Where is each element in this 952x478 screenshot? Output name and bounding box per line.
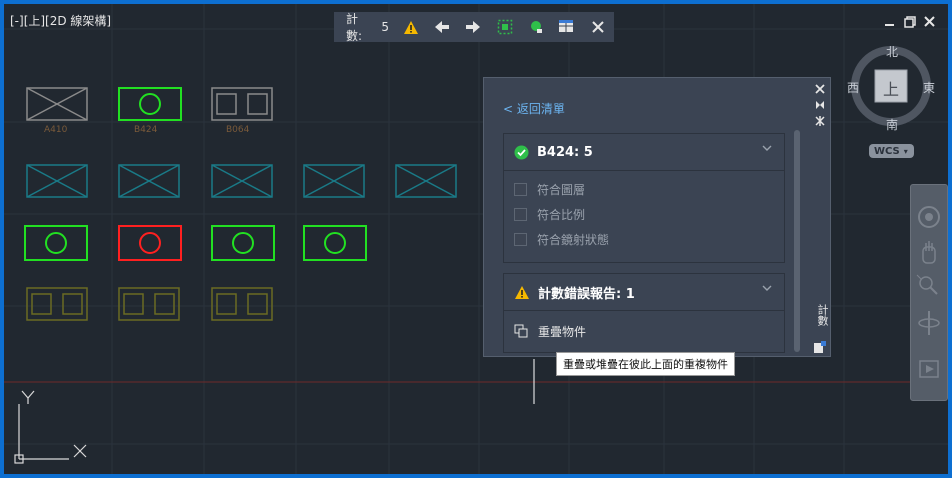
- block-olive-1: [26, 287, 88, 321]
- block-cyan-4: [303, 164, 365, 198]
- check-layer-label: 符合圖層: [537, 183, 586, 197]
- navigation-bar: [910, 184, 948, 401]
- showmotion-icon[interactable]: [919, 360, 939, 378]
- steering-wheel-icon[interactable]: [918, 206, 940, 228]
- block-count-title: B424: 5: [537, 144, 593, 160]
- block-count-header[interactable]: B424: 5: [504, 134, 784, 171]
- orbit-icon[interactable]: [918, 311, 940, 335]
- toolbar-close-icon[interactable]: [583, 12, 614, 42]
- check-mirror-label: 符合鏡射狀態: [537, 233, 610, 247]
- block-olive-3: [211, 287, 273, 321]
- count-palette: < 返回清單 B424: 5 符合圖層 符合比例 符合鏡射狀態 計數錯誤報告: …: [483, 77, 831, 357]
- restore-icon[interactable]: [904, 16, 916, 28]
- check-layer-row[interactable]: 符合圖層: [504, 177, 784, 202]
- chevron-down-icon[interactable]: [762, 285, 772, 292]
- error-report-title: 計數錯誤報告: 1: [538, 286, 635, 302]
- block-b424-1: [24, 225, 88, 261]
- window-close-icon[interactable]: [924, 16, 936, 28]
- block-b424-error: [118, 225, 182, 261]
- error-report-section: 計數錯誤報告: 1 重疊物件: [503, 273, 785, 353]
- count-toolbar: 計數: 5: [334, 12, 614, 43]
- overlap-objects-icon: [514, 324, 528, 338]
- palette-side-title: 計數: [816, 304, 829, 326]
- count-label: 計數:: [346, 12, 363, 43]
- scale-checkbox[interactable]: [514, 208, 527, 221]
- palette-title-strip: 計數: [811, 78, 829, 356]
- auto-hide-icon[interactable]: [816, 101, 824, 109]
- zoom-extents-icon[interactable]: [916, 274, 938, 295]
- palette-close-icon[interactable]: [815, 84, 825, 94]
- arrow-right-icon[interactable]: [458, 12, 489, 42]
- block-cyan-1: [26, 164, 88, 198]
- ucs-icon: [14, 390, 87, 464]
- compass-south[interactable]: 南: [886, 116, 898, 133]
- check-scale-label: 符合比例: [537, 208, 586, 222]
- compass-east[interactable]: 東: [923, 79, 935, 96]
- wcs-menu[interactable]: WCS ▾: [869, 144, 914, 158]
- minimize-icon[interactable]: [884, 16, 896, 28]
- zoom-object-icon[interactable]: [520, 12, 551, 42]
- check-scale-row[interactable]: 符合比例: [504, 202, 784, 227]
- block-b064: [211, 87, 273, 121]
- block-b424-3: [211, 225, 275, 261]
- chevron-down-icon[interactable]: [762, 145, 772, 152]
- warning-icon[interactable]: [395, 12, 426, 42]
- drawing-viewport[interactable]: A410 B424 B064 [-][上][2D 線架構] 計數: 5 < 返回…: [4, 4, 948, 474]
- pan-hand-icon[interactable]: [922, 241, 936, 264]
- count-palette-icon: [814, 341, 826, 353]
- check-mirror-row[interactable]: 符合鏡射狀態: [504, 227, 784, 252]
- select-area-icon[interactable]: [489, 12, 520, 42]
- count-value: 5: [381, 20, 390, 34]
- wcs-label: WCS: [874, 145, 900, 157]
- block-a410: [26, 87, 88, 121]
- block-label-b064: B064: [226, 125, 250, 135]
- block-cyan-2: [118, 164, 180, 198]
- check-circle-icon: [514, 145, 529, 159]
- overlap-tooltip: 重疊或堆疊在彼此上面的重複物件: [556, 352, 735, 376]
- error-report-header[interactable]: 計數錯誤報告: 1: [504, 274, 784, 311]
- table-insert-icon[interactable]: [551, 12, 582, 42]
- arrow-left-icon[interactable]: [426, 12, 457, 42]
- block-count-section: B424: 5 符合圖層 符合比例 符合鏡射狀態: [503, 133, 785, 263]
- block-label-a410: A410: [44, 125, 68, 135]
- warning-icon: [515, 285, 529, 299]
- chevron-down-icon: ▾: [903, 146, 908, 156]
- mirror-checkbox[interactable]: [514, 233, 527, 246]
- block-cyan-5: [395, 164, 457, 198]
- properties-icon[interactable]: [815, 116, 825, 126]
- viewcube[interactable]: 北 南 東 西 上: [847, 43, 937, 136]
- block-cyan-3: [211, 164, 273, 198]
- back-to-list-link[interactable]: < 返回清單: [503, 100, 565, 117]
- overlap-item-label: 重疊物件: [538, 324, 587, 339]
- block-olive-2: [118, 287, 180, 321]
- block-label-b424: B424: [134, 125, 158, 135]
- block-b424-4: [303, 225, 367, 261]
- block-b424-selected: [118, 87, 182, 121]
- compass-west[interactable]: 西: [847, 79, 859, 96]
- overlap-item[interactable]: 重疊物件: [504, 311, 784, 351]
- layer-checkbox[interactable]: [514, 183, 527, 196]
- compass-north[interactable]: 北: [886, 43, 898, 60]
- viewcube-top-face[interactable]: 上: [883, 76, 899, 100]
- palette-scrollbar[interactable]: [794, 130, 800, 352]
- viewport-controls-label[interactable]: [-][上][2D 線架構]: [10, 12, 111, 29]
